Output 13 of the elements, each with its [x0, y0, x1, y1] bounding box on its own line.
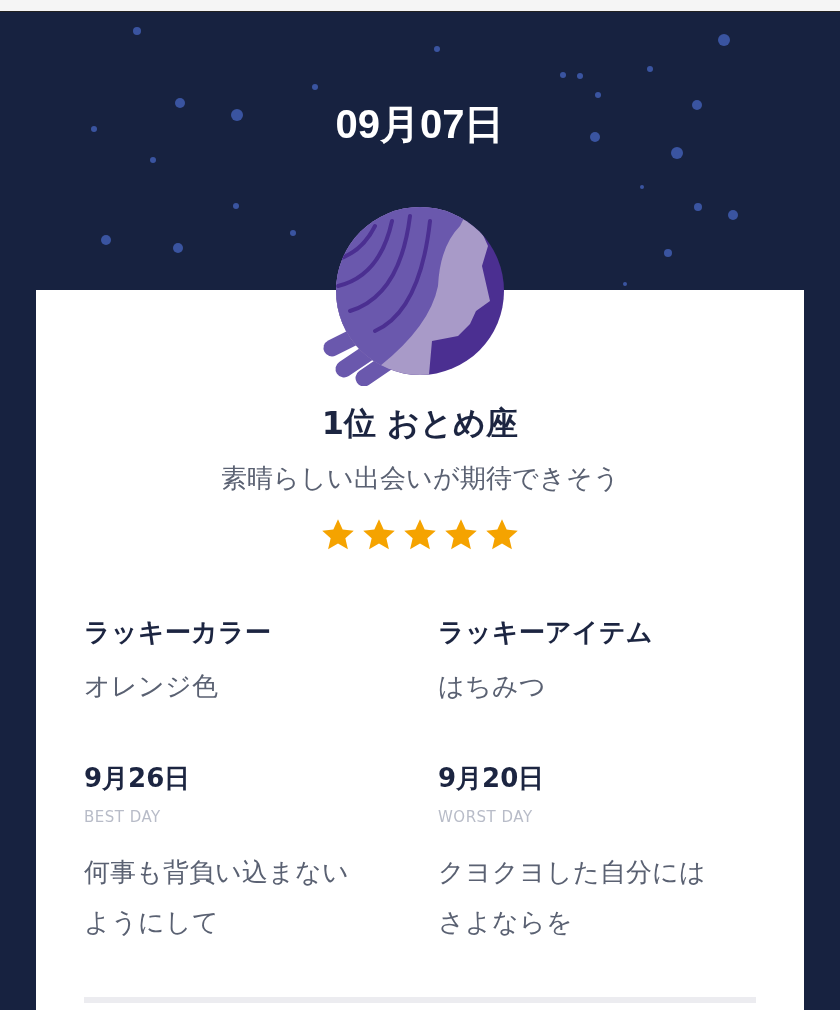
- day-advice: 何事も背負い込まないようにして: [84, 856, 350, 939]
- day-advice: クヨクヨした自分にはさよならを: [438, 856, 707, 939]
- lucky-value: オレンジ色: [84, 670, 219, 703]
- date-title: 09月07日: [334, 101, 506, 148]
- fortune-message: 素晴らしい出会いが期待できそう: [219, 462, 621, 495]
- ranking-title: 1位 おとめ座: [320, 403, 520, 443]
- lucky-label: ラッキーアイテム: [438, 616, 654, 649]
- day-date: 9月26日: [84, 762, 192, 795]
- day-caption: WORST DAY: [438, 807, 534, 827]
- lucky-label: ラッキーカラー: [84, 616, 272, 649]
- lucky-value: はちみつ: [438, 670, 547, 703]
- day-date: 9月20日: [438, 762, 546, 795]
- day-caption: BEST DAY: [84, 807, 162, 827]
